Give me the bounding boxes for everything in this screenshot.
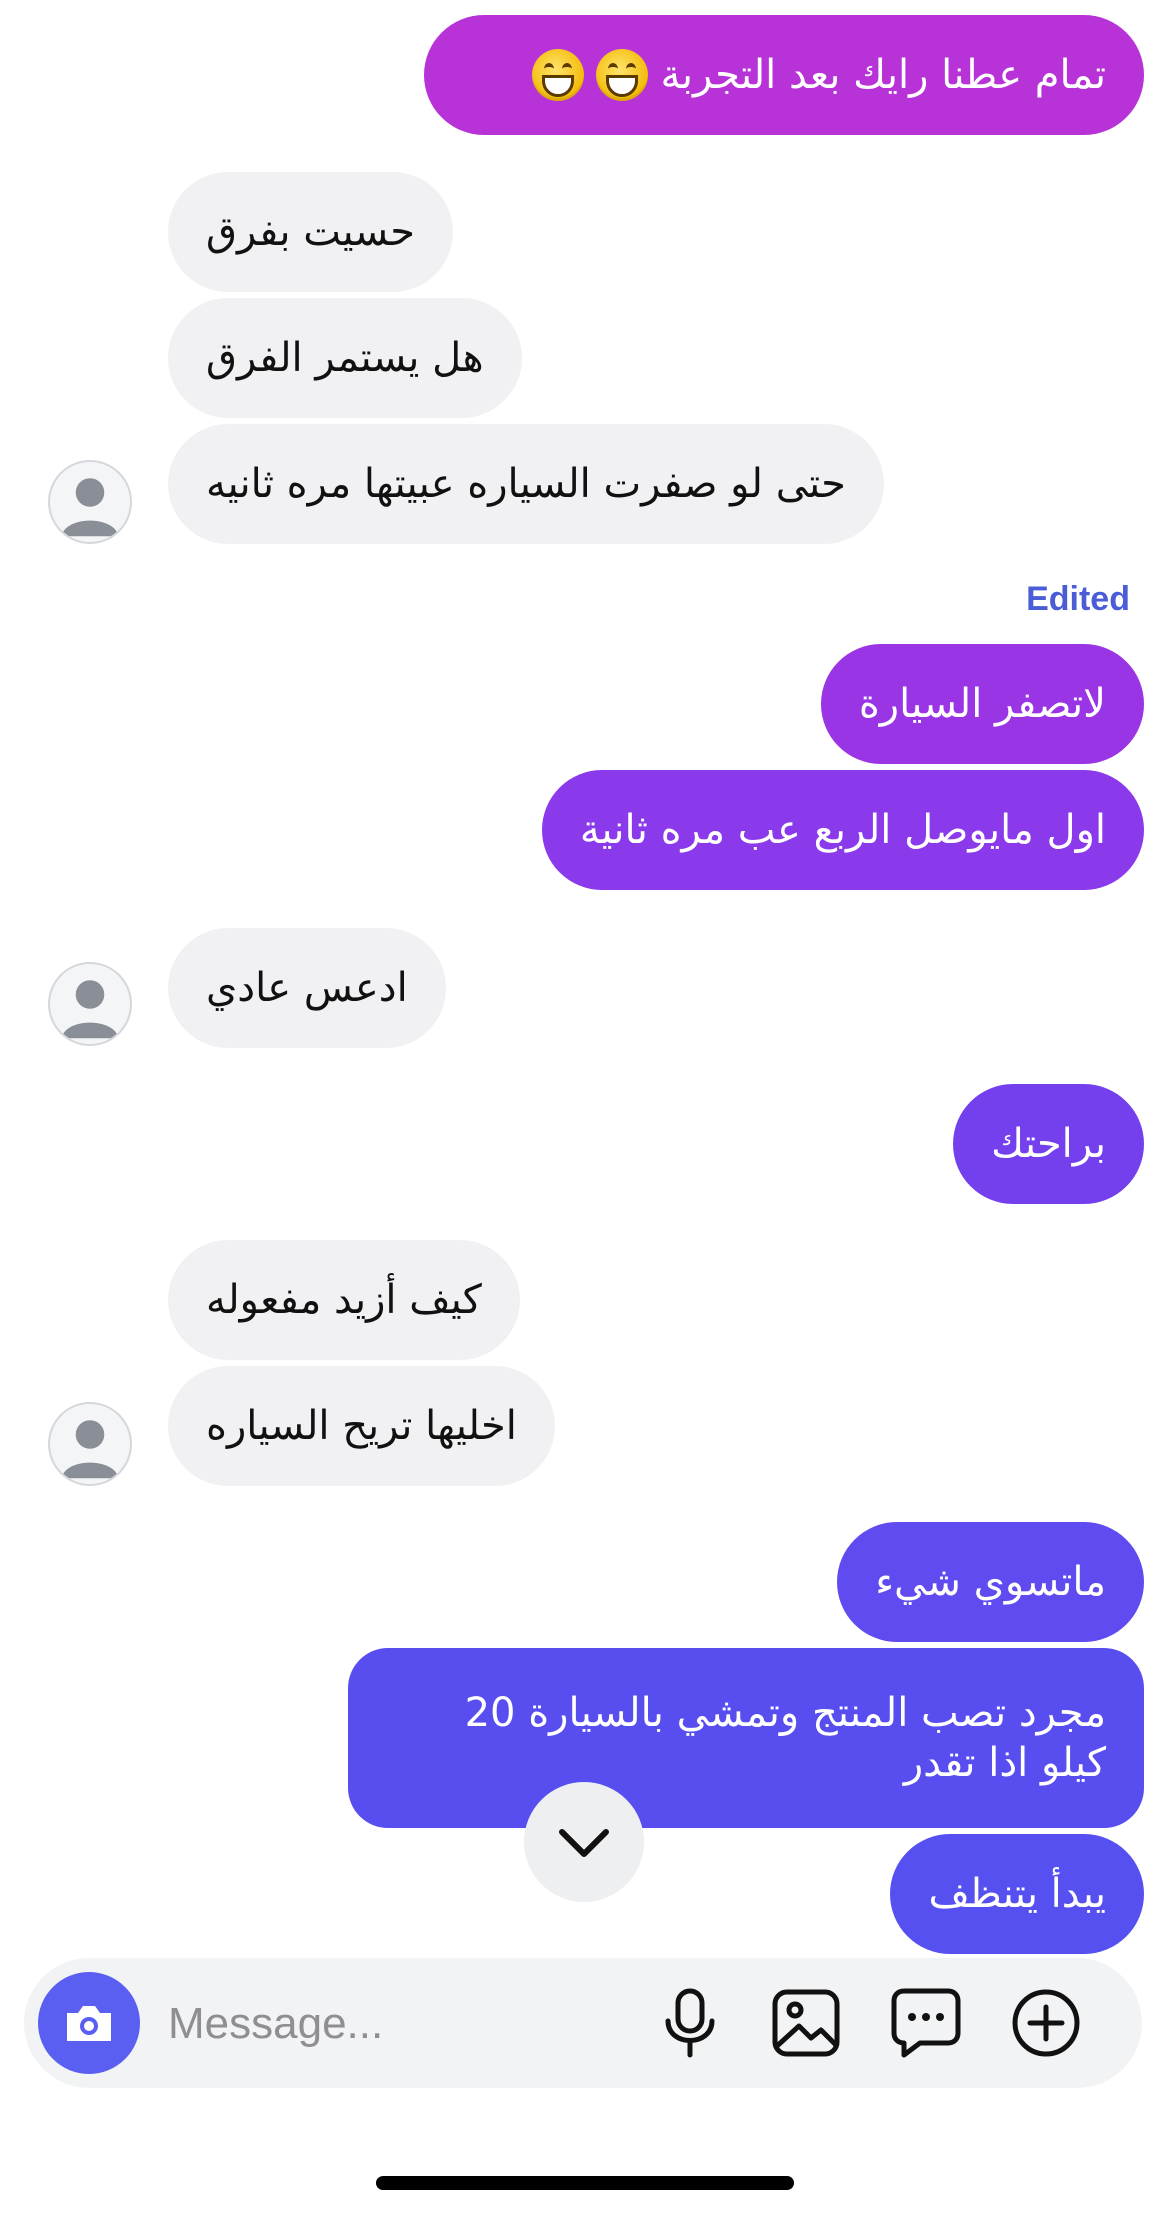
person-icon <box>61 980 119 1039</box>
message-text: حسيت بفرق <box>206 209 415 255</box>
chevron-down-icon <box>559 1829 609 1857</box>
incoming-message[interactable]: حسيت بفرق <box>168 172 453 292</box>
incoming-message[interactable]: ادعس عادي <box>168 928 446 1048</box>
scroll-to-bottom-button[interactable] <box>524 1782 644 1902</box>
message-text: براحتك <box>991 1121 1106 1167</box>
sticker-icon <box>891 1988 961 2058</box>
message-composer <box>24 1958 1142 2088</box>
grinning-face-icon <box>532 49 585 101</box>
outgoing-message[interactable]: لاتصفر السيارة <box>820 644 1144 764</box>
incoming-message[interactable]: اخليها تريح السياره <box>168 1366 555 1486</box>
message-text: ماتسوي شيء <box>875 1559 1106 1605</box>
message-text: ادعس عادي <box>206 965 408 1011</box>
emoji-group <box>532 49 649 101</box>
person-icon <box>61 478 119 537</box>
message-text: لاتصفر السيارة <box>858 681 1106 727</box>
sticker-button[interactable] <box>886 1983 966 2063</box>
outgoing-message[interactable]: براحتك <box>953 1084 1144 1204</box>
message-text: تمام عطنا رايك بعد التجربة <box>660 52 1106 98</box>
image-icon <box>772 1989 840 2057</box>
camera-icon <box>67 2006 111 2041</box>
avatar[interactable] <box>48 1402 132 1486</box>
grinning-face-icon <box>596 49 649 101</box>
message-text: كيف أزيد مفعوله <box>206 1277 482 1323</box>
message-text: هل يستمر الفرق <box>206 335 484 381</box>
edited-label: Edited <box>1026 580 1130 618</box>
plus-icon <box>1012 1989 1080 2057</box>
message-input[interactable] <box>166 1983 650 2065</box>
message-text: حتى لو صفرت السياره عبيتها مره ثانيه <box>206 461 846 507</box>
incoming-message[interactable]: هل يستمر الفرق <box>168 298 522 418</box>
message-text-line: كيلو اذا تقدر <box>903 1740 1106 1786</box>
incoming-message[interactable]: حتى لو صفرت السياره عبيتها مره ثانيه <box>168 424 884 544</box>
camera-button[interactable] <box>38 1972 140 2074</box>
outgoing-message[interactable]: مجرد تصب المنتج وتمشي بالسيارة 20 كيلو ا… <box>348 1648 1144 1828</box>
person-icon <box>61 1420 119 1479</box>
outgoing-message[interactable]: اول مايوصل الربع عب مره ثانية <box>541 770 1144 890</box>
message-text-line: مجرد تصب المنتج وتمشي بالسيارة 20 <box>464 1690 1106 1736</box>
outgoing-message[interactable]: تمام عطنا رايك بعد التجربة <box>424 15 1144 135</box>
add-button[interactable] <box>1006 1983 1086 2063</box>
avatar[interactable] <box>48 460 132 544</box>
home-indicator <box>376 2176 794 2190</box>
message-text: يبدأ يتنظف <box>928 1871 1106 1917</box>
outgoing-message[interactable]: يبدأ يتنظف <box>890 1834 1144 1954</box>
gallery-button[interactable] <box>766 1983 846 2063</box>
message-text: اول مايوصل الربع عب مره ثانية <box>579 807 1106 853</box>
microphone-icon <box>665 1988 715 2058</box>
message-text: اخليها تريح السياره <box>206 1403 517 1449</box>
microphone-button[interactable] <box>650 1983 730 2063</box>
outgoing-message[interactable]: ماتسوي شيء <box>837 1522 1144 1642</box>
avatar[interactable] <box>48 962 132 1046</box>
incoming-message[interactable]: كيف أزيد مفعوله <box>168 1240 520 1360</box>
